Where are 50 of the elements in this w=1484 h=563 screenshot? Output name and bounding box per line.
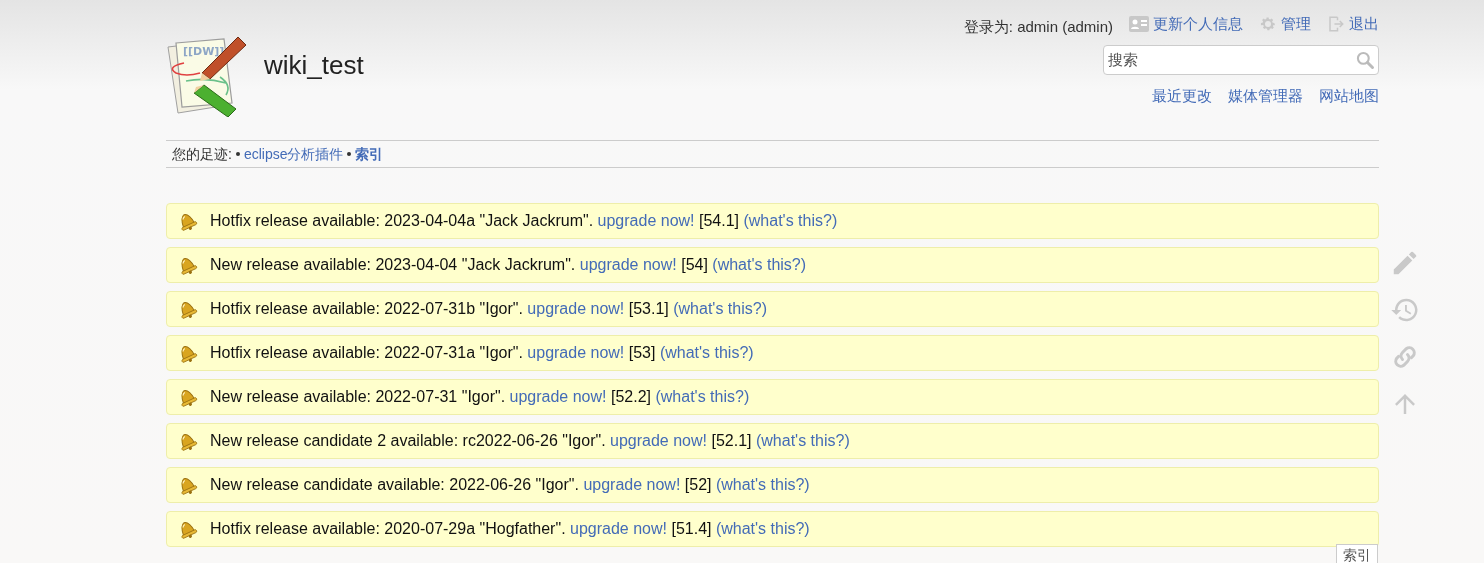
version-number: [54.1] <box>699 212 739 229</box>
user-action-link[interactable]: 退出 <box>1327 13 1379 36</box>
breadcrumb-link[interactable]: eclipse分析插件 <box>243 143 344 165</box>
version-number: [51.4] <box>671 520 712 537</box>
notice-message: New release candidate 2 available: rc2022-06-26 "Igor". <box>210 432 606 449</box>
upgrade-link[interactable]: upgrade now! <box>527 300 625 317</box>
breadcrumb-label: 您的足迹: <box>172 144 232 164</box>
user-action-link[interactable]: 更新个人信息 <box>1129 13 1243 36</box>
user-action-link[interactable]: 管理 <box>1259 13 1311 36</box>
id-card-icon <box>1129 16 1149 33</box>
help-link[interactable]: (what's this?) <box>712 256 807 273</box>
bullet-icon <box>235 152 240 156</box>
notice-message: New release available: 2022-07-31 "Igor". <box>210 388 506 405</box>
notice-message: New release candidate available: 2022-06-26 "Igor". <box>210 476 579 493</box>
upgrade-link[interactable]: upgrade now! <box>509 388 607 405</box>
help-link[interactable]: (what's this?) <box>755 432 850 449</box>
notice-message: New release available: 2023-04-04 "Jack Jackrum". <box>210 256 576 273</box>
upgrade-link[interactable]: upgrade now! <box>610 432 707 449</box>
search-icon[interactable] <box>1355 49 1375 70</box>
help-link[interactable]: (what's this?) <box>659 344 754 361</box>
version-number: [52.1] <box>711 432 752 449</box>
site-tool-link[interactable]: 媒体管理器 <box>1228 84 1303 107</box>
upgrade-link[interactable]: upgrade now! <box>597 212 695 229</box>
help-link[interactable]: (what's this?) <box>655 388 750 405</box>
version-number: [52.2] <box>610 388 651 405</box>
notice-message: Hotfix release available: 2023-04-04a "Jack Jackrum". <box>210 212 594 229</box>
notice-message: Hotfix release available: 2020-07-29a "Hogfather". <box>210 520 566 537</box>
version-number: [52] <box>684 476 712 493</box>
bullet-icon <box>347 152 352 156</box>
tooltip: 索引 <box>1336 544 1378 563</box>
site-tool-link[interactable]: 最近更改 <box>1152 84 1212 107</box>
upgrade-link[interactable]: upgrade now! <box>579 256 677 273</box>
help-link[interactable]: (what's this?) <box>715 520 810 537</box>
logged-in-user: 登录为: admin (admin) <box>963 17 1113 37</box>
help-link[interactable]: (what's this?) <box>743 212 838 229</box>
help-link[interactable]: (what's this?) <box>673 300 767 317</box>
upgrade-link[interactable]: upgrade now! <box>583 476 681 493</box>
upgrade-link[interactable]: upgrade now! <box>527 344 625 361</box>
breadcrumb-link[interactable]: 索引 <box>355 143 384 165</box>
site-tool-link[interactable]: 网站地图 <box>1319 84 1379 107</box>
logout-icon <box>1327 15 1345 34</box>
help-link[interactable]: (what's this?) <box>715 476 810 493</box>
version-number: [53] <box>628 344 656 361</box>
version-number: [54] <box>681 256 708 273</box>
version-number: [53.1] <box>628 300 669 317</box>
upgrade-link[interactable]: upgrade now! <box>570 520 667 537</box>
notice-message: Hotfix release available: 2022-07-31a "Igor". <box>210 344 523 361</box>
site-title[interactable]: wiki_test <box>264 46 364 85</box>
search-field[interactable]: 搜索 <box>1103 44 1379 75</box>
notice-message: Hotfix release available: 2022-07-31b "Igor". <box>210 300 523 317</box>
